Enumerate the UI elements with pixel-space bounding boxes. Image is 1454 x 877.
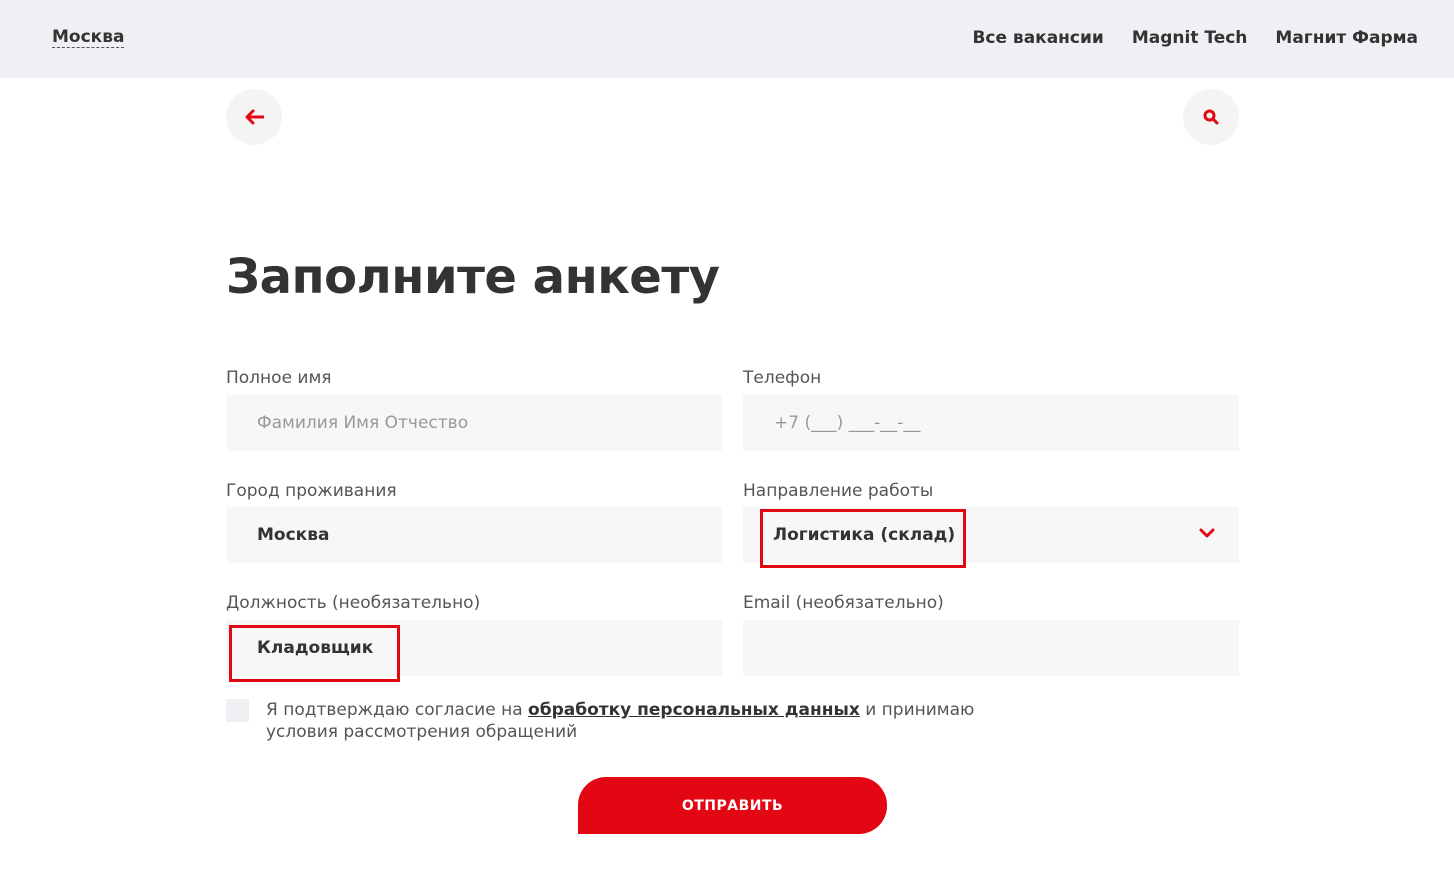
consent-text: Я подтверждаю согласие на обработку перс… [266,700,975,742]
city-label: Город проживания [226,481,397,501]
nav-all-vacancies[interactable]: Все вакансии [972,28,1103,48]
chevron-down-icon [1199,528,1215,538]
direction-label: Направление работы [743,481,934,501]
submit-button[interactable]: ОТПРАВИТЬ [578,777,887,834]
consent-checkbox[interactable] [226,699,249,722]
phone-label: Телефон [743,368,822,388]
direction-select[interactable]: Логистика (склад) [743,507,1239,563]
back-button[interactable] [226,89,282,145]
search-icon [1203,109,1219,125]
email-label: Email (необязательно) [743,593,944,613]
city-selector[interactable]: Москва [52,27,125,48]
full-name-input[interactable]: Фамилия Имя Отчество [226,395,722,451]
full-name-label: Полное имя [226,368,332,388]
top-bar: Москва Все вакансии Magnit Tech Магнит Ф… [0,0,1454,78]
email-input[interactable] [743,620,1239,676]
search-button[interactable] [1183,89,1239,145]
direction-select-value: Логистика (склад) [773,525,956,545]
arrow-left-icon [245,109,264,125]
nav-magnit-pharma[interactable]: Магнит Фарма [1275,28,1418,48]
position-label: Должность (необязательно) [226,593,481,613]
page-title: Заполните анкету [226,249,720,305]
nav-magnit-tech[interactable]: Magnit Tech [1132,28,1248,48]
personal-data-link[interactable]: обработку персональных данных [528,700,860,720]
city-input[interactable]: Москва [226,507,722,563]
position-input[interactable]: Кладовщик [226,620,722,676]
phone-input[interactable]: +7 (___) ___-__-__ [743,395,1239,451]
main-nav: Все вакансии Magnit Tech Магнит Фарма [972,28,1418,48]
